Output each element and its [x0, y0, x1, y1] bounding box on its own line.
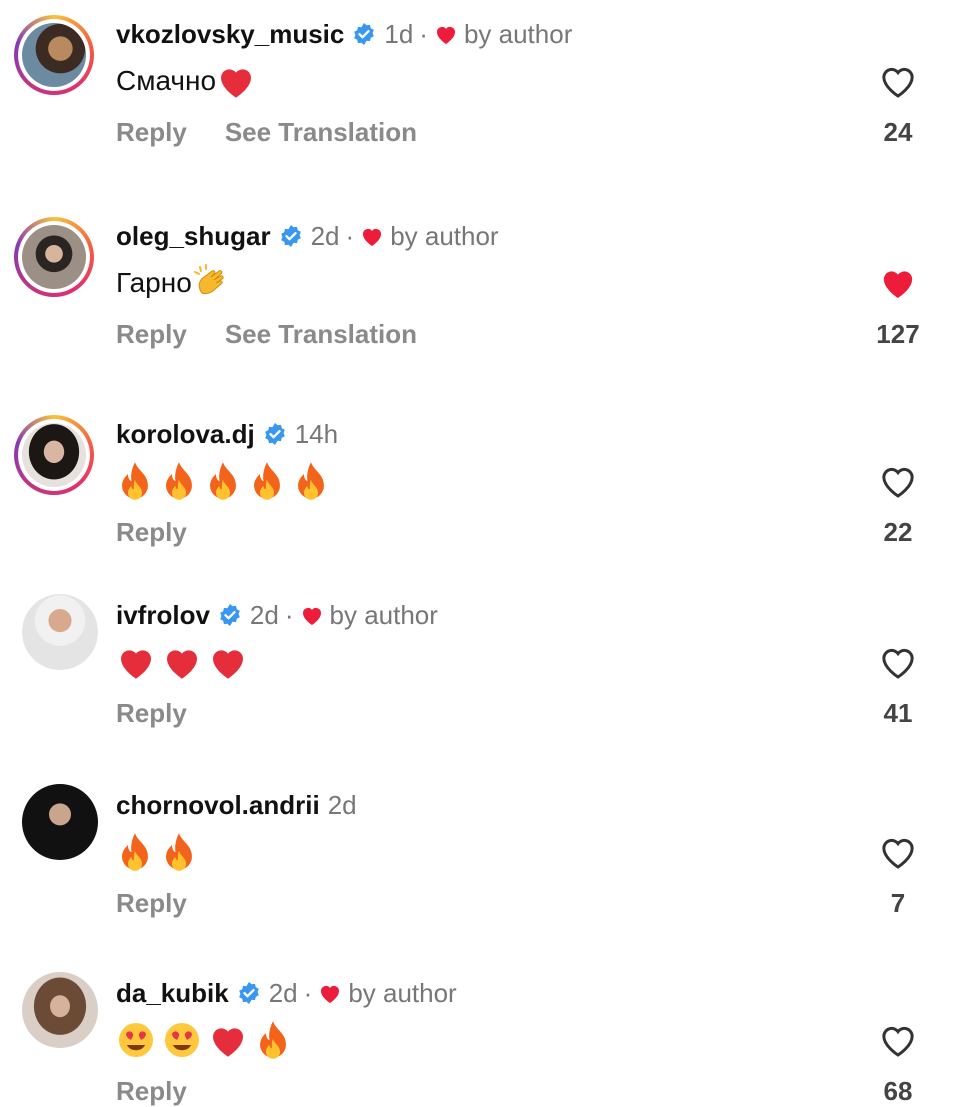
- verified-badge-icon: [280, 225, 301, 247]
- fire-emoji-icon: [122, 462, 148, 500]
- username[interactable]: oleg_shugar: [116, 221, 271, 252]
- comment-text: Гарно: [116, 263, 238, 303]
- liked-by-author-label: by author: [390, 220, 499, 251]
- liked-by-author-label: by author: [329, 599, 438, 630]
- comment-text-content: Смачно: [116, 65, 217, 96]
- verified-badge-icon: [354, 23, 375, 45]
- avatar[interactable]: [14, 217, 94, 297]
- avatar[interactable]: [14, 415, 94, 495]
- reply-button[interactable]: Reply: [116, 319, 187, 350]
- heart-icon: [321, 986, 340, 1003]
- heart-eyes-emoji-icon: [119, 1023, 153, 1057]
- comment-text: [116, 642, 254, 682]
- username[interactable]: korolova.dj: [116, 419, 255, 450]
- avatar[interactable]: [14, 15, 94, 95]
- like-count: 127: [876, 319, 920, 349]
- reply-button[interactable]: Reply: [116, 698, 187, 729]
- verified-badge-icon: [238, 982, 259, 1004]
- fire-emoji-icon: [166, 833, 192, 871]
- heart-filled-icon[interactable]: [878, 263, 918, 303]
- timestamp: 2d: [310, 220, 340, 251]
- fire-emoji-icon: [260, 1021, 286, 1059]
- separator: ·: [303, 977, 313, 1008]
- timestamp: 2d: [327, 789, 357, 820]
- reply-button[interactable]: Reply: [116, 888, 187, 919]
- avatar[interactable]: [22, 594, 98, 670]
- red-heart-emoji-icon: [167, 650, 197, 679]
- heart-outline-icon[interactable]: [878, 461, 918, 501]
- heart-outline-icon[interactable]: [878, 61, 918, 101]
- timestamp: 1d: [384, 18, 414, 49]
- red-heart-emoji-icon: [213, 1028, 243, 1057]
- avatar[interactable]: [22, 972, 98, 1048]
- fire-emoji-icon: [122, 833, 148, 871]
- heart-outline-icon[interactable]: [878, 1020, 918, 1060]
- like-count: 22: [883, 517, 913, 547]
- heart-eyes-emoji-icon: [165, 1023, 199, 1057]
- heart-icon: [363, 229, 382, 246]
- separator: ·: [345, 220, 355, 251]
- heart-outline-icon[interactable]: [878, 642, 918, 682]
- separator: ·: [284, 599, 294, 630]
- verified-badge-icon: [220, 604, 240, 626]
- heart-icon: [302, 608, 321, 625]
- fire-emoji-icon: [298, 462, 324, 500]
- heart-icon: [436, 26, 455, 44]
- timestamp: 14h: [294, 418, 339, 449]
- fire-emoji-icon: [210, 462, 236, 500]
- username[interactable]: vkozlovsky_music: [116, 19, 344, 50]
- verified-badge-icon: [264, 423, 285, 445]
- username[interactable]: ivfrolov: [116, 600, 210, 631]
- comment-text: [116, 1020, 298, 1060]
- red-heart-emoji-icon: [121, 650, 151, 679]
- reply-button[interactable]: Reply: [116, 1076, 187, 1107]
- like-count: 24: [883, 117, 913, 147]
- username[interactable]: chornovol.andrii: [116, 790, 320, 821]
- like-count: 68: [883, 1076, 913, 1106]
- red-heart-emoji-icon: [213, 650, 243, 679]
- timestamp: 2d: [268, 977, 298, 1008]
- separator: ·: [419, 18, 428, 49]
- comment-text: [116, 832, 204, 872]
- heart-outline-icon[interactable]: [878, 832, 918, 872]
- comment-text: Смачно: [116, 61, 262, 101]
- like-count: 41: [883, 698, 913, 728]
- see-translation-button[interactable]: See Translation: [225, 319, 417, 350]
- comment-text-content: Гарно: [116, 267, 192, 298]
- see-translation-button[interactable]: See Translation: [225, 117, 417, 148]
- clapping-hands-emoji-icon: [193, 264, 224, 295]
- reply-button[interactable]: Reply: [116, 517, 187, 548]
- timestamp: 2d: [249, 599, 279, 630]
- liked-by-author-label: by author: [463, 18, 573, 49]
- red-heart-emoji-icon: [221, 69, 252, 98]
- fire-emoji-icon: [254, 462, 280, 500]
- comment-text: [116, 461, 336, 501]
- avatar[interactable]: [22, 784, 98, 860]
- reply-button[interactable]: Reply: [116, 117, 187, 148]
- liked-by-author-label: by author: [348, 977, 457, 1008]
- fire-emoji-icon: [166, 462, 192, 500]
- like-count: 7: [890, 888, 906, 918]
- username[interactable]: da_kubik: [116, 978, 229, 1009]
